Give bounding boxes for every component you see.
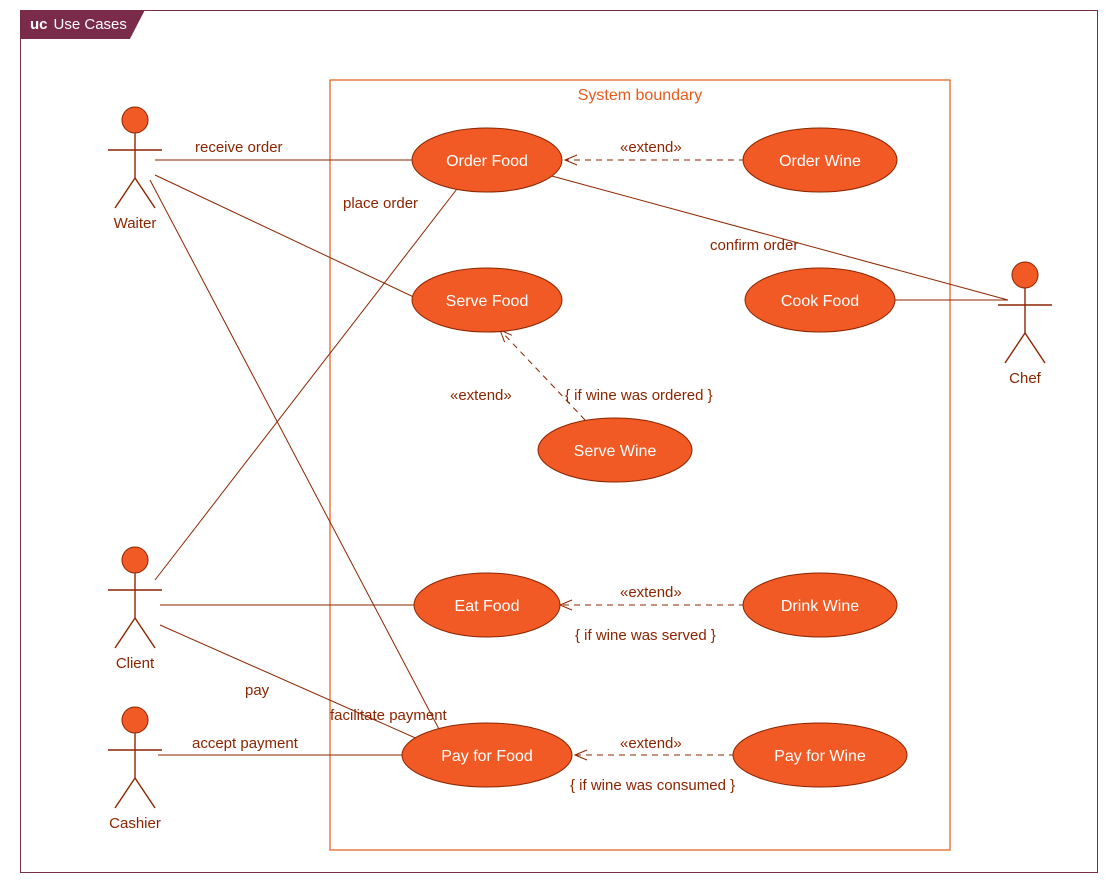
usecase-order-food: Order Food [412, 128, 562, 192]
usecase-pay-wine: Pay for Wine [733, 723, 907, 787]
label-confirm-order: confirm order [710, 237, 798, 254]
actor-chef-label: Chef [1009, 370, 1042, 387]
svg-text:Eat Food: Eat Food [455, 598, 520, 615]
label-extend-4: «extend» [620, 735, 682, 752]
label-facilitate-payment: facilitate payment [330, 707, 448, 724]
assoc-waiter-payfood [150, 180, 450, 750]
guard-wine-served: { if wine was served } [575, 627, 716, 644]
usecase-drink-wine: Drink Wine [743, 573, 897, 637]
label-extend-1: «extend» [620, 139, 682, 156]
usecase-eat-food: Eat Food [414, 573, 560, 637]
svg-text:Serve Food: Serve Food [446, 293, 529, 310]
actor-head-icon [122, 107, 148, 133]
svg-text:Serve Wine: Serve Wine [574, 443, 657, 460]
extend-servewine-servefood [500, 330, 585, 420]
actor-head-icon [1012, 262, 1038, 288]
svg-text:Cook Food: Cook Food [781, 293, 859, 310]
label-extend-3: «extend» [620, 584, 682, 601]
usecase-serve-food: Serve Food [412, 268, 562, 332]
assoc-client-payfood [160, 625, 420, 740]
usecase-order-wine: Order Wine [743, 128, 897, 192]
label-extend-2: «extend» [450, 387, 512, 404]
actor-waiter-label: Waiter [114, 215, 157, 232]
label-accept-payment: accept payment [192, 735, 299, 752]
svg-text:Pay for Food: Pay for Food [441, 748, 533, 765]
diagram-frame: ucUse Cases System boundary receive orde… [0, 0, 1113, 888]
actor-head-icon [122, 707, 148, 733]
svg-text:Order Wine: Order Wine [779, 153, 861, 170]
svg-text:Order Food: Order Food [446, 153, 528, 170]
usecase-pay-food: Pay for Food [402, 723, 572, 787]
actor-head-icon [122, 547, 148, 573]
actor-client: Client [108, 547, 162, 672]
boundary-label: System boundary [578, 87, 703, 104]
actor-client-label: Client [116, 655, 155, 672]
guard-wine-consumed: { if wine was consumed } [570, 777, 735, 794]
actor-cashier-label: Cashier [109, 815, 161, 832]
svg-text:Drink Wine: Drink Wine [781, 598, 859, 615]
label-place-order: place order [343, 195, 418, 212]
svg-text:Pay for Wine: Pay for Wine [774, 748, 866, 765]
assoc-waiter-servefood [155, 175, 420, 300]
usecase-serve-wine: Serve Wine [538, 418, 692, 482]
assoc-client-orderfood [155, 185, 460, 580]
actor-chef: Chef [998, 262, 1052, 387]
guard-wine-ordered: { if wine was ordered } [565, 387, 713, 404]
label-pay: pay [245, 682, 270, 699]
usecase-cook-food: Cook Food [745, 268, 895, 332]
label-receive-order: receive order [195, 139, 283, 156]
diagram-svg: System boundary receive order facilitate… [0, 0, 1113, 888]
actor-waiter: Waiter [108, 107, 162, 232]
actor-cashier: Cashier [108, 707, 162, 832]
